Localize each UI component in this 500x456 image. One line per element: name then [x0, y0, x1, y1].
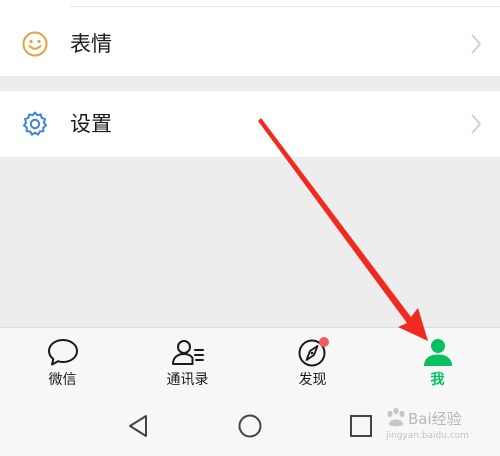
menu-row-stickers[interactable]: 表情 — [0, 0, 500, 76]
menu-row-settings[interactable]: 设置 — [0, 91, 500, 157]
bottom-tab-bar: 微信 通讯录 发现 我 — [0, 327, 500, 396]
gear-icon — [23, 111, 47, 136]
home-icon[interactable] — [237, 413, 263, 439]
me-screen: 表情 设置 微信 通讯录 发现 我 Bai经验 jingyan.baidu.co… — [0, 0, 500, 456]
notification-badge — [319, 337, 329, 347]
chevron-right-icon — [471, 114, 482, 134]
chat-bubble-icon — [48, 339, 78, 366]
tab-label-chats: 微信 — [48, 372, 77, 388]
tab-label-me: 我 — [430, 372, 445, 388]
tab-label-discover: 发现 — [298, 372, 327, 388]
contacts-icon — [172, 340, 204, 365]
menu-label-stickers: 表情 — [70, 32, 112, 56]
chevron-right-icon — [471, 34, 482, 54]
tab-contacts[interactable]: 通讯录 — [125, 328, 250, 396]
paw-icon — [387, 407, 405, 427]
compass-icon — [298, 337, 329, 367]
menu-label-settings: 设置 — [70, 112, 112, 136]
watermark: Bai经验 jingyan.baidu.com — [382, 404, 492, 450]
tab-discover[interactable]: 发现 — [250, 328, 375, 396]
recent-apps-icon[interactable] — [348, 413, 374, 439]
watermark-url: jingyan.baidu.com — [386, 431, 470, 441]
person-icon — [424, 339, 452, 366]
divider — [70, 6, 500, 7]
tab-me[interactable]: 我 — [375, 328, 500, 396]
watermark-text: Bai经验 — [408, 410, 462, 428]
tab-label-contacts: 通讯录 — [166, 372, 209, 388]
back-icon[interactable] — [126, 413, 152, 439]
smiley-icon — [22, 31, 48, 57]
tab-chats[interactable]: 微信 — [0, 328, 125, 396]
